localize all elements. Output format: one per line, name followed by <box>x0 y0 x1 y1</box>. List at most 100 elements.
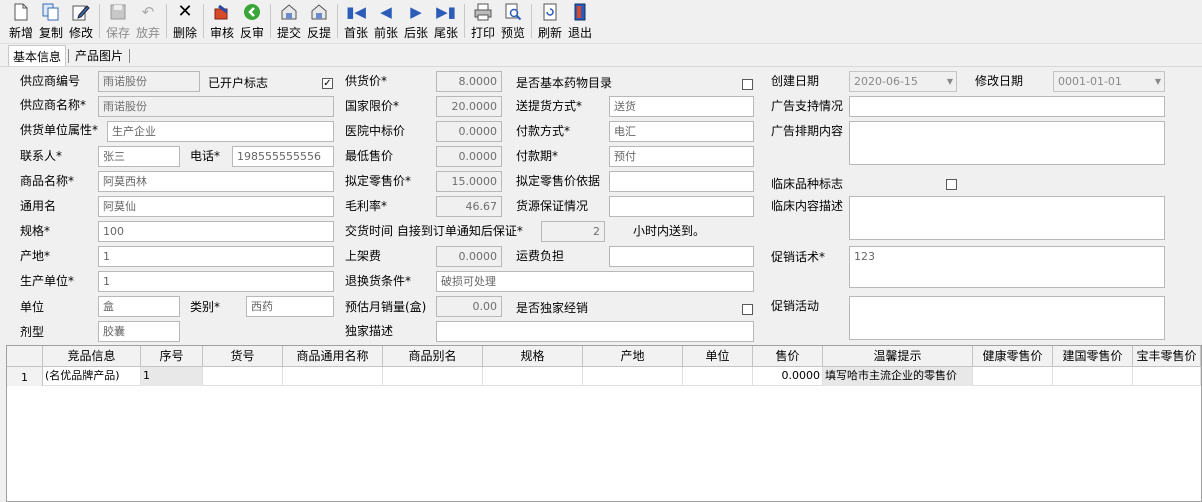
audit-button[interactable]: 审核 <box>207 0 237 42</box>
exclusive-checkbox[interactable] <box>742 304 753 315</box>
table-cell[interactable] <box>973 367 1053 386</box>
table-cell[interactable] <box>1133 367 1201 386</box>
margin-field[interactable]: 46.67 <box>436 196 502 217</box>
toolbar: 新增 复制 修改 保存 ↶ 放弃 ✕ 删除 审核 反审 提交 反提 ▮◀ 首张 ◀ 前张… <box>0 0 1202 44</box>
ad-schedule-field[interactable] <box>849 121 1165 165</box>
basic-drug-checkbox[interactable] <box>742 79 753 90</box>
supply-guarantee-label: 货源保证情况 <box>516 199 589 213</box>
grid-header: 竞品信息 序号 货号 商品通用名称 商品别名 规格 产地 单位 售价 温馨提示 … <box>7 346 1201 367</box>
table-cell[interactable] <box>583 367 683 386</box>
col-header[interactable]: 建国零售价 <box>1053 346 1133 367</box>
table-cell[interactable] <box>683 367 753 386</box>
discard-button[interactable]: ↶ 放弃 <box>133 0 163 42</box>
table-cell[interactable] <box>1053 367 1133 386</box>
preview-button[interactable]: 预览 <box>498 0 528 42</box>
spec-label: 规格* <box>20 224 51 238</box>
clinical-flag-checkbox[interactable] <box>946 179 957 190</box>
competitor-grid[interactable]: 竞品信息 序号 货号 商品通用名称 商品别名 规格 产地 单位 售价 温馨提示 … <box>6 345 1202 502</box>
unsubmit-icon <box>310 3 328 21</box>
listing-fee-field[interactable]: 0.0000 <box>436 246 502 267</box>
table-cell[interactable] <box>383 367 483 386</box>
unaudit-button[interactable]: 反审 <box>237 0 267 42</box>
retail-basis-field[interactable] <box>609 171 754 192</box>
supply-price-field[interactable]: 8.0000 <box>436 71 502 92</box>
spec-field[interactable]: 100 <box>98 221 334 242</box>
col-header[interactable]: 竞品信息 <box>43 346 141 367</box>
table-cell[interactable] <box>483 367 583 386</box>
contact-field[interactable]: 张三 <box>98 146 180 167</box>
col-header[interactable]: 商品通用名称 <box>283 346 383 367</box>
account-opened-checkbox[interactable]: ✓ <box>322 78 333 89</box>
product-name-label: 商品名称* <box>20 174 75 188</box>
submit-button[interactable]: 提交 <box>274 0 304 42</box>
col-header[interactable]: 序号 <box>141 346 203 367</box>
supplier-name-field[interactable]: 雨诺股份 <box>98 96 334 117</box>
supplier-code-field[interactable]: 雨诺股份 <box>98 71 200 92</box>
refresh-button[interactable]: 刷新 <box>535 0 565 42</box>
manufacturer-field[interactable]: 1 <box>98 271 334 292</box>
table-cell[interactable]: (名优品牌产品) <box>43 367 141 386</box>
col-header[interactable]: 商品别名 <box>383 346 483 367</box>
table-row[interactable]: 1 (名优品牌产品) 1 0.0000 填写哈市主流企业的零售价 <box>7 367 1201 386</box>
return-cond-field[interactable]: 破损可处理 <box>436 271 754 292</box>
delete-x-icon: ✕ <box>177 1 193 22</box>
copy-button[interactable]: 复制 <box>36 0 66 42</box>
exclusive-desc-field[interactable] <box>436 321 754 342</box>
last-record-button[interactable]: ▶▮ 尾张 <box>431 0 461 42</box>
monthly-sales-label: 预估月销量(盒) <box>345 300 427 314</box>
min-price-field[interactable]: 0.0000 <box>436 146 502 167</box>
payment-method-field[interactable]: 电汇 <box>609 121 754 142</box>
delivery-method-field[interactable]: 送货 <box>609 96 754 117</box>
generic-name-field[interactable]: 阿莫仙 <box>98 196 334 217</box>
tab-product-images[interactable]: 产品图片 <box>71 45 127 66</box>
prev-record-button[interactable]: ◀ 前张 <box>371 0 401 42</box>
tab-basic-info[interactable]: 基本信息 <box>8 45 67 66</box>
category-field[interactable]: 西药 <box>246 296 334 317</box>
table-cell[interactable] <box>283 367 383 386</box>
col-header[interactable]: 售价 <box>753 346 823 367</box>
table-cell[interactable] <box>203 367 283 386</box>
monthly-sales-field[interactable]: 0.00 <box>436 296 502 317</box>
origin-field[interactable]: 1 <box>98 246 334 267</box>
delete-button[interactable]: ✕ 删除 <box>170 0 200 42</box>
edit-button[interactable]: 修改 <box>66 0 96 42</box>
unit-field[interactable]: 盒 <box>98 296 180 317</box>
dosage-field[interactable]: 胶囊 <box>98 321 180 342</box>
promo-script-field[interactable]: 123 <box>849 246 1165 288</box>
col-header[interactable]: 宝丰零售价 <box>1133 346 1201 367</box>
new-button[interactable]: 新增 <box>6 0 36 42</box>
unsubmit-button[interactable]: 反提 <box>304 0 334 42</box>
ad-support-field[interactable] <box>849 96 1165 117</box>
next-record-button[interactable]: ▶ 后张 <box>401 0 431 42</box>
col-header[interactable]: 规格 <box>483 346 583 367</box>
supplier-name-label: 供应商名称* <box>20 98 87 112</box>
planned-retail-field[interactable]: 15.0000 <box>436 171 502 192</box>
modified-date-picker[interactable]: 0001-01-01 ▼ <box>1053 71 1165 92</box>
save-button[interactable]: 保存 <box>103 0 133 42</box>
col-header[interactable]: 单位 <box>683 346 753 367</box>
payment-term-label: 付款期* <box>516 149 559 163</box>
exit-button[interactable]: 退出 <box>565 0 595 42</box>
col-header[interactable]: 货号 <box>203 346 283 367</box>
table-cell[interactable]: 填写哈市主流企业的零售价 <box>823 367 973 386</box>
col-header[interactable]: 产地 <box>583 346 683 367</box>
delivery-time-field[interactable]: 2 <box>541 221 605 242</box>
print-button[interactable]: 打印 <box>468 0 498 42</box>
hospital-bid-field[interactable]: 0.0000 <box>436 121 502 142</box>
first-record-button[interactable]: ▮◀ 首张 <box>341 0 371 42</box>
promo-activity-field[interactable] <box>849 296 1165 340</box>
created-date-picker[interactable]: 2020-06-15 ▼ <box>849 71 957 92</box>
col-header[interactable]: 健康零售价 <box>973 346 1053 367</box>
col-header[interactable]: 温馨提示 <box>823 346 973 367</box>
toolbar-separator <box>270 4 271 38</box>
payment-term-field[interactable]: 预付 <box>609 146 754 167</box>
clinical-desc-field[interactable] <box>849 196 1165 240</box>
phone-field[interactable]: 198555555556 <box>232 146 334 167</box>
supplier-attr-field[interactable]: 生产企业 <box>107 121 334 142</box>
national-limit-field[interactable]: 20.0000 <box>436 96 502 117</box>
table-cell[interactable]: 0.0000 <box>753 367 823 386</box>
supply-guarantee-field[interactable] <box>609 196 754 217</box>
table-cell[interactable]: 1 <box>141 367 203 386</box>
product-name-field[interactable]: 阿莫西林 <box>98 171 334 192</box>
freight-field[interactable] <box>609 246 754 267</box>
